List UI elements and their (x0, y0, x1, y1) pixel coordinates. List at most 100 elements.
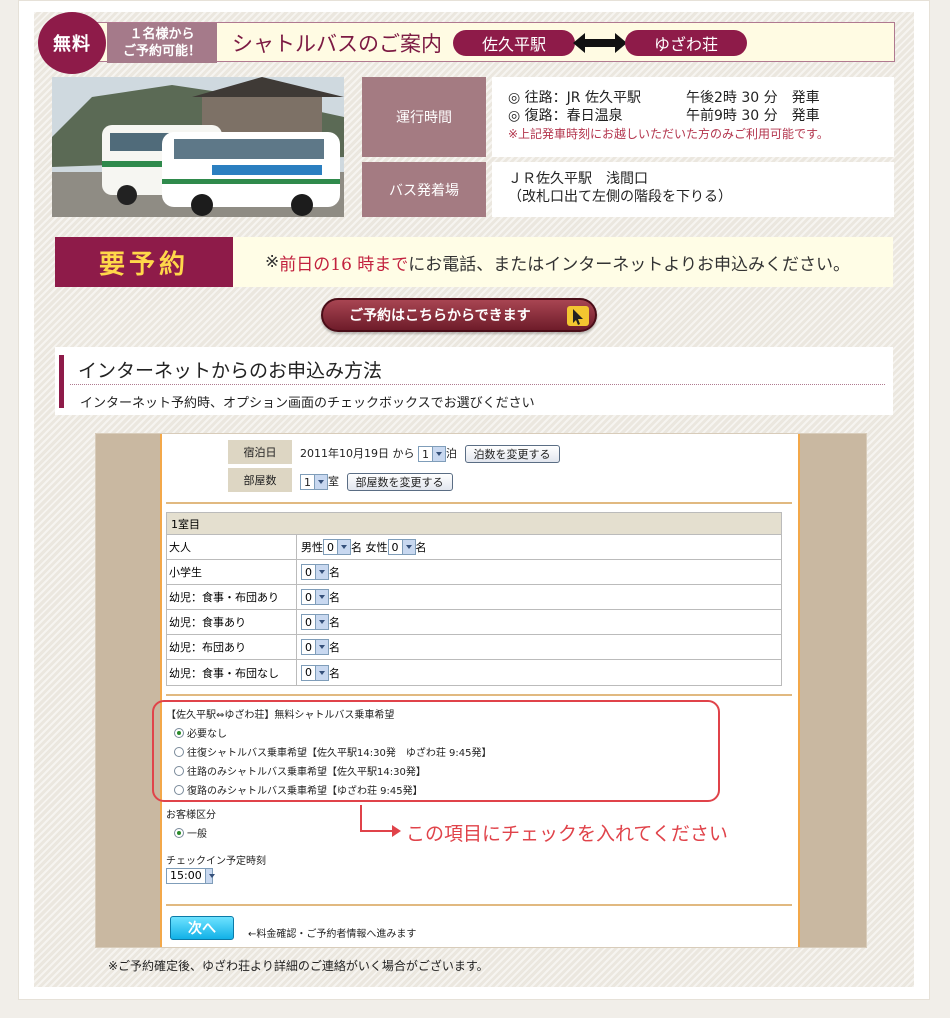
arrow-right-icon (392, 825, 401, 837)
row-label: 幼児：食事・布団なし (167, 660, 297, 685)
room-occupancy-table: 1室目 大人 男性 0 名 女性 0 名 小学生 0 名 幼児：食事・布団あり … (166, 512, 782, 686)
to-destination-pill: ゆざわ荘 (625, 30, 747, 56)
chevron-down-icon (401, 540, 415, 554)
form-divider (166, 904, 792, 906)
room-head: 1室目 (167, 513, 781, 535)
unit: 名 (329, 616, 340, 629)
row-value: 0 名 (297, 560, 781, 584)
unit: 名 (329, 641, 340, 654)
section-title: インターネットからのお申込み方法 (78, 360, 383, 382)
callout-text: この項目にチェックを入れてください (406, 823, 728, 845)
bus-stop-line1: ＪＲ佐久平駅 浅間口 (508, 171, 648, 187)
radio-selected-icon[interactable] (174, 827, 184, 838)
return-route: ◎ 復路：春日温泉 (508, 108, 623, 124)
highlight-frame (152, 700, 720, 802)
nights-value: 1 (422, 447, 429, 461)
operating-hours-label: 運行時間 (362, 77, 486, 157)
change-nights-button[interactable]: 泊数を変更する (464, 445, 560, 463)
section-accent-bar (59, 355, 64, 408)
callout-line (360, 805, 362, 832)
count-select[interactable]: 0 (301, 639, 329, 655)
count-value: 0 (305, 590, 312, 604)
form-screenshot-body (160, 434, 800, 947)
row-label: 幼児：食事あり (167, 610, 297, 634)
outbound-time: 午後2時 30 分 発車 (686, 90, 820, 106)
bus-stop-label: バス発着場 (362, 162, 486, 217)
count-select[interactable]: 0 (301, 589, 329, 605)
row-value: 0 名 (297, 635, 781, 659)
bus-illustration (52, 77, 344, 217)
chevron-down-icon (337, 540, 350, 554)
chevron-down-icon (315, 590, 328, 604)
table-row: 幼児：食事あり 0 名 (167, 610, 781, 635)
section-divider (70, 384, 885, 385)
table-row: 小学生 0 名 (167, 560, 781, 585)
chevron-down-icon (432, 447, 445, 461)
next-button[interactable]: 次へ (170, 916, 234, 940)
outbound-route: ◎ 往路：JR 佐久平駅 (508, 90, 641, 106)
row-label: 幼児：食事・布団あり (167, 585, 297, 609)
nights-unit: 泊 (446, 447, 457, 460)
chevron-down-icon (314, 475, 327, 489)
next-hint: ←料金確認・ご予約者情報へ進みます (248, 929, 417, 940)
male-select[interactable]: 0 (323, 539, 351, 555)
chevron-down-icon (315, 615, 328, 629)
count-select[interactable]: 0 (301, 614, 329, 630)
one-person-line1: １名様から (129, 27, 195, 42)
male-label: 男性 (301, 541, 323, 554)
row-value: 0 名 (297, 585, 781, 609)
table-row: 幼児：食事・布団なし 0 名 (167, 660, 781, 685)
footnote: ※ご予約確定後、ゆざわ荘より詳細のご連絡がいく場合がございます。 (108, 959, 489, 973)
table-row: 大人 男性 0 名 女性 0 名 (167, 535, 781, 560)
female-select[interactable]: 0 (387, 539, 416, 555)
customer-type-option[interactable]: 一般 (174, 823, 207, 842)
checkin-value: 15:00 (170, 869, 202, 882)
form-divider (166, 694, 792, 696)
rooms-unit: 室 (328, 475, 339, 488)
change-rooms-button[interactable]: 部屋数を変更する (346, 473, 453, 491)
shuttle-bus-photo (52, 77, 344, 217)
unit: 名 (329, 591, 340, 604)
count-value: 0 (305, 666, 312, 679)
return-time: 午前9時 30 分 発車 (686, 108, 820, 124)
count-value: 0 (305, 565, 312, 579)
checkin-row: 15:00 (166, 865, 216, 884)
stay-date-row: 2011年10月19日 から 1 泊 泊数を変更する (300, 445, 560, 463)
chevron-down-icon (315, 665, 328, 680)
unit: 名 (329, 566, 340, 579)
front-bus (162, 132, 340, 216)
stay-date-label: 宿泊日 (228, 440, 292, 464)
operating-hours-value: ◎ 往路：JR 佐久平駅 午後2時 30 分 発車 ◎ 復路：春日温泉 午前9時… (492, 77, 894, 157)
count-select[interactable]: 0 (301, 664, 329, 681)
unit: 名 (329, 666, 340, 680)
reserve-button-label: ご予約はこちらからできます (349, 308, 531, 324)
reserve-here-button[interactable]: ご予約はこちらからできます (321, 298, 597, 332)
chevron-down-icon (315, 640, 328, 654)
row-value: 0 名 (297, 610, 781, 634)
outbound-row: ◎ 往路：JR 佐久平駅 午後2時 30 分 発車 (508, 89, 894, 107)
reservation-required-badge: 要予約 (55, 237, 233, 287)
rooms-select[interactable]: 1 (300, 474, 328, 490)
departure-note: ※上記発車時刻にお越しいただいた方のみご利用可能です。 (508, 127, 829, 141)
room-count-row: 1 室 部屋数を変更する (300, 473, 453, 491)
row-label: 幼児：布団あり (167, 635, 297, 659)
cursor-icon (567, 306, 589, 326)
bus-stop-line2: （改札口出て左側の階段を下りる） (508, 189, 732, 205)
row-label: 大人 (167, 535, 297, 559)
one-person-line2: ご予約可能！ (122, 44, 201, 59)
table-row: 幼児：布団あり 0 名 (167, 635, 781, 660)
female-label: 女性 (365, 541, 388, 554)
reservation-deadline: 前日の16 時まで (279, 254, 409, 275)
male-value: 0 (327, 540, 334, 554)
callout-line (360, 830, 394, 832)
stay-date: 2011年10月19日 から (300, 447, 415, 460)
count-value: 0 (305, 615, 312, 629)
row-value: 男性 0 名 女性 0 名 (297, 535, 781, 559)
count-select[interactable]: 0 (301, 564, 329, 580)
checkin-select[interactable]: 15:00 (166, 867, 216, 884)
form-divider (166, 502, 792, 504)
double-arrow-icon (573, 33, 627, 53)
row-label: 小学生 (167, 560, 297, 584)
shuttle-title: シャトルバスのご案内 (232, 32, 442, 56)
nights-select[interactable]: 1 (418, 446, 446, 462)
